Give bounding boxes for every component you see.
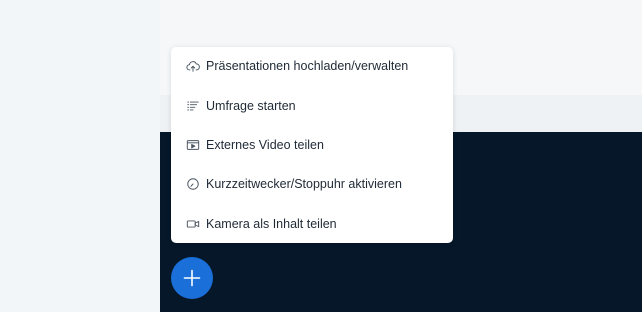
- menu-item-share-camera[interactable]: Kamera als Inhalt teilen: [171, 208, 453, 240]
- menu-item-activate-timer[interactable]: Kurzzeitwecker/Stoppuhr aktivieren: [171, 168, 453, 200]
- plus-icon: [182, 268, 202, 288]
- external-video-icon: [186, 138, 200, 152]
- upload-cloud-icon: [186, 59, 200, 73]
- left-panel: [0, 0, 160, 312]
- poll-list-icon: [186, 99, 200, 113]
- menu-item-label: Kurzzeitwecker/Stoppuhr aktivieren: [206, 177, 402, 191]
- actions-button[interactable]: [171, 257, 213, 299]
- timer-icon: [186, 177, 200, 191]
- actions-menu: Präsentationen hochladen/verwalten Umfra…: [171, 47, 453, 243]
- menu-item-label: Externes Video teilen: [206, 138, 324, 152]
- menu-item-start-poll[interactable]: Umfrage starten: [171, 90, 453, 122]
- menu-item-label: Kamera als Inhalt teilen: [206, 217, 337, 231]
- menu-item-share-external-video[interactable]: Externes Video teilen: [171, 129, 453, 161]
- camera-icon: [186, 217, 200, 231]
- menu-item-upload-presentations[interactable]: Präsentationen hochladen/verwalten: [171, 50, 453, 82]
- menu-item-label: Umfrage starten: [206, 99, 296, 113]
- menu-item-label: Präsentationen hochladen/verwalten: [206, 59, 409, 73]
